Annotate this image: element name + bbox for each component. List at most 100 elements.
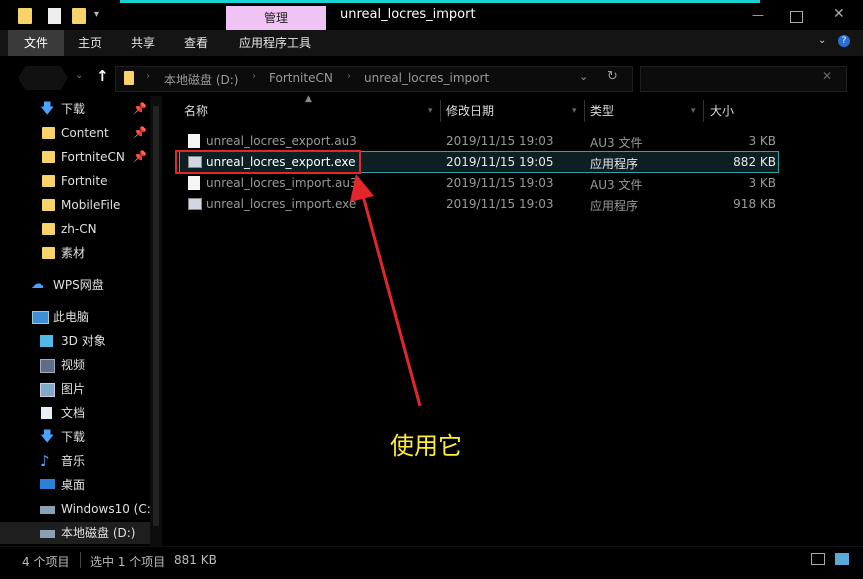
column-header-size[interactable]: 大小 [710,100,734,122]
status-divider [80,552,81,568]
annotation-arrow [350,174,422,407]
nav-item-drive-d[interactable]: 本地磁盘 (D:) [0,522,150,544]
large-icons-view-icon[interactable] [835,553,849,565]
nav-item-wps-cloud[interactable]: ☁ WPS网盘 [0,274,150,296]
nav-item-downloads[interactable]: 🡇 下载 📌 [0,98,150,120]
nav-item-label: MobileFile [61,198,121,212]
nav-item-label: zh-CN [61,222,97,236]
nav-item-3d-objects[interactable]: 3D 对象 [0,330,150,352]
nav-item-label: Fortnite [61,174,108,188]
nav-item-label: 3D 对象 [61,334,106,348]
file-size: 3 KB [748,134,776,148]
au3-file-icon [188,176,200,190]
file-date: 2019/11/15 19:03 [446,197,554,211]
nav-item-pc-downloads[interactable]: 🡇 下载 [0,426,150,448]
nav-item-fortnitecn[interactable]: FortniteCN 📌 [0,146,150,168]
customize-dropdown-icon[interactable]: ▾ [94,9,99,20]
nav-item-zh-cn[interactable]: zh-CN [0,218,150,240]
address-dropdown-icon[interactable]: ⌄ [579,70,588,83]
picture-icon [40,383,55,397]
column-header-date[interactable]: 修改日期 [446,100,494,122]
maximize-icon[interactable] [790,11,803,23]
column-header-name[interactable]: 名称 [184,100,208,122]
folder-icon [42,247,55,259]
file-name: unreal_locres_export.au3 [206,134,357,148]
nav-item-desktop[interactable]: 桌面 [0,474,150,496]
cube-icon [40,335,53,347]
nav-item-content[interactable]: Content 📌 [0,122,150,144]
nav-item-fortnite[interactable]: Fortnite [0,170,150,192]
column-divider[interactable] [440,100,441,122]
nav-item-documents[interactable]: 文档 [0,402,150,424]
folder-icon [42,223,55,235]
nav-item-label: 文档 [61,406,86,420]
file-name: unreal_locres_import.au3 [206,176,358,190]
music-note-icon: ♪ [40,452,50,470]
close-icon[interactable]: ✕ [833,6,845,22]
refresh-icon[interactable]: ↻ [607,69,618,84]
column-divider[interactable] [584,100,585,122]
video-icon [40,359,55,373]
arrow-head [350,174,374,202]
file-row[interactable]: unreal_locres_import.au3 2019/11/15 19:0… [180,173,778,193]
tab-application-tools[interactable]: 应用程序工具 [230,30,320,56]
file-row[interactable]: unreal_locres_export.au3 2019/11/15 19:0… [180,131,778,151]
folder-icon[interactable] [18,8,32,24]
tab-manage[interactable]: 管理 [226,6,326,30]
file-size: 918 KB [733,197,776,211]
nav-item-label: 下载 [61,102,86,116]
nav-item-videos[interactable]: 视频 [0,354,150,376]
scrollbar-thumb[interactable] [153,106,159,526]
minimize-icon[interactable]: — [752,8,764,22]
nav-item-label: Content [61,126,109,140]
arrow-shaft [360,191,422,407]
crumb-separator-icon: › [347,71,351,82]
tab-file[interactable]: 文件 [8,30,64,56]
column-filter-dropdown-icon[interactable]: ▾ [691,100,696,122]
ribbon-collapse-chevron-icon[interactable]: ⌄ [818,35,826,46]
new-folder-icon[interactable] [72,8,86,24]
nav-item-label: WPS网盘 [53,278,104,292]
crumb-separator-icon: › [252,71,256,82]
details-view-icon[interactable] [811,553,825,565]
properties-icon[interactable] [48,8,61,24]
nav-item-pictures[interactable]: 图片 [0,378,150,400]
status-selected: 选中 1 个项目 [90,555,166,569]
column-filter-dropdown-icon[interactable]: ▾ [428,100,433,122]
nav-scrollbar[interactable] [150,96,162,546]
breadcrumb-fortnitecn[interactable]: FortniteCN [269,71,333,85]
nav-item-mobilefile[interactable]: MobileFile [0,194,150,216]
column-header-type[interactable]: 类型 [590,100,614,122]
drive-icon [40,506,55,514]
breadcrumb-drive[interactable]: 本地磁盘 (D:) [164,71,238,88]
help-icon[interactable]: ? [838,35,850,47]
cloud-icon: ☁ [31,277,44,292]
search-clear-icon[interactable]: ✕ [822,69,832,83]
folder-icon [42,175,55,187]
sort-ascending-icon: ▲ [305,94,312,104]
recent-dropdown-icon[interactable]: ⌄ [75,70,83,81]
nav-item-label: 视频 [61,358,86,372]
tab-home[interactable]: 主页 [70,30,110,56]
column-filter-dropdown-icon[interactable]: ▾ [572,100,577,122]
folder-icon [42,127,55,139]
back-button[interactable] [18,66,68,90]
column-divider[interactable] [703,100,704,122]
tab-view[interactable]: 查看 [175,30,217,56]
status-selected-size: 881 KB [174,553,217,567]
up-arrow-icon[interactable]: ↑ [96,67,109,85]
download-arrow-icon: 🡇 [40,101,55,117]
file-row[interactable]: unreal_locres_import.exe 2019/11/15 19:0… [180,194,778,214]
nav-item-sucai[interactable]: 素材 [0,242,150,264]
pin-icon: 📌 [133,150,147,163]
tab-share[interactable]: 共享 [122,30,164,56]
file-size: 3 KB [748,176,776,190]
nav-item-label: 本地磁盘 (D:) [61,526,136,540]
nav-item-drive-c[interactable]: Windows10 (C: [0,498,151,520]
nav-item-music[interactable]: ♪ 音乐 [0,450,150,472]
nav-item-label: 素材 [61,246,86,260]
search-input[interactable] [640,66,847,92]
highlight-box [175,150,361,174]
breadcrumb-current-folder[interactable]: unreal_locres_import [364,71,489,85]
nav-item-this-pc[interactable]: 此电脑 [0,306,150,328]
